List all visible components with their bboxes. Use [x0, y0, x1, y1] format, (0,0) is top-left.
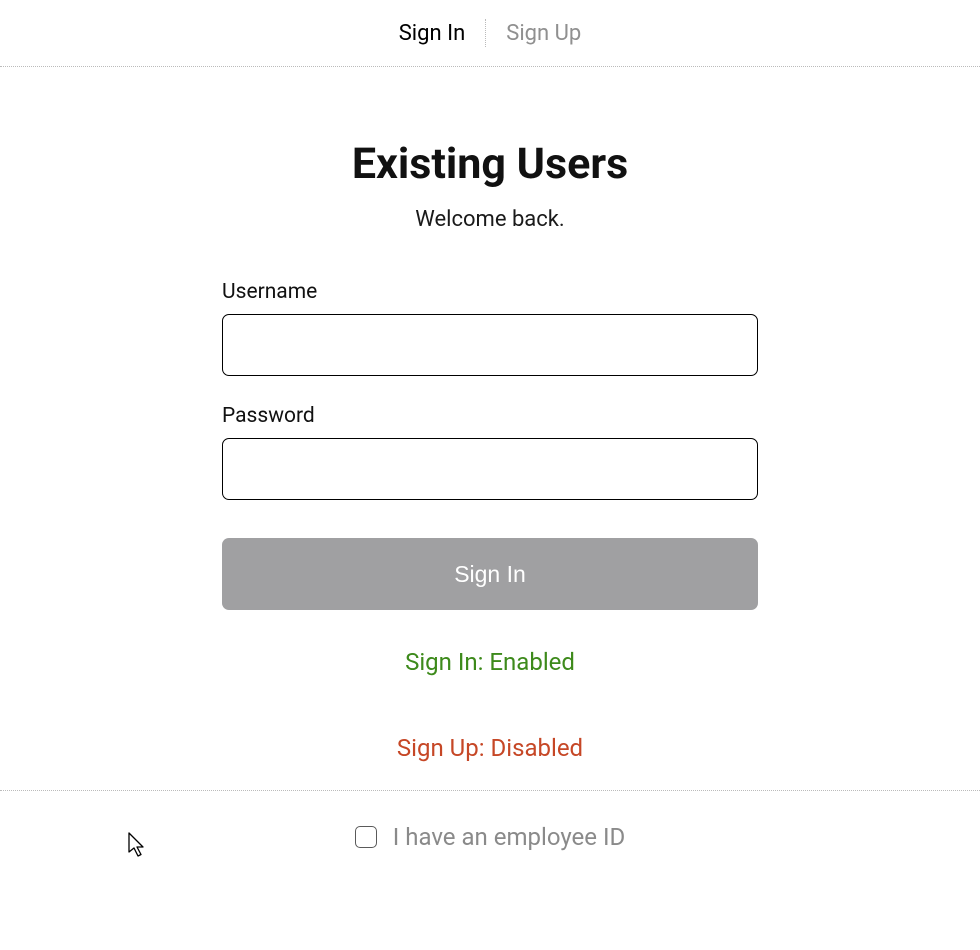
username-label: Username [222, 280, 758, 304]
password-label: Password [222, 404, 758, 428]
tab-signin[interactable]: Sign In [379, 21, 486, 46]
username-input[interactable] [222, 314, 758, 376]
page-subtitle: Welcome back. [222, 207, 758, 232]
password-input[interactable] [222, 438, 758, 500]
auth-tabs: Sign In Sign Up [0, 0, 980, 67]
page-title: Existing Users [222, 139, 758, 189]
signup-status: Sign Up: Disabled [222, 734, 758, 762]
employee-id-label: I have an employee ID [393, 823, 625, 851]
password-field-group: Password [222, 404, 758, 500]
signin-panel: Existing Users Welcome back. Username Pa… [222, 67, 758, 762]
signin-status: Sign In: Enabled [222, 648, 758, 676]
employee-id-row: I have an employee ID [0, 791, 980, 851]
signin-button[interactable]: Sign In [222, 538, 758, 610]
employee-id-checkbox[interactable] [355, 826, 377, 848]
username-field-group: Username [222, 280, 758, 376]
tab-signup[interactable]: Sign Up [486, 21, 601, 46]
